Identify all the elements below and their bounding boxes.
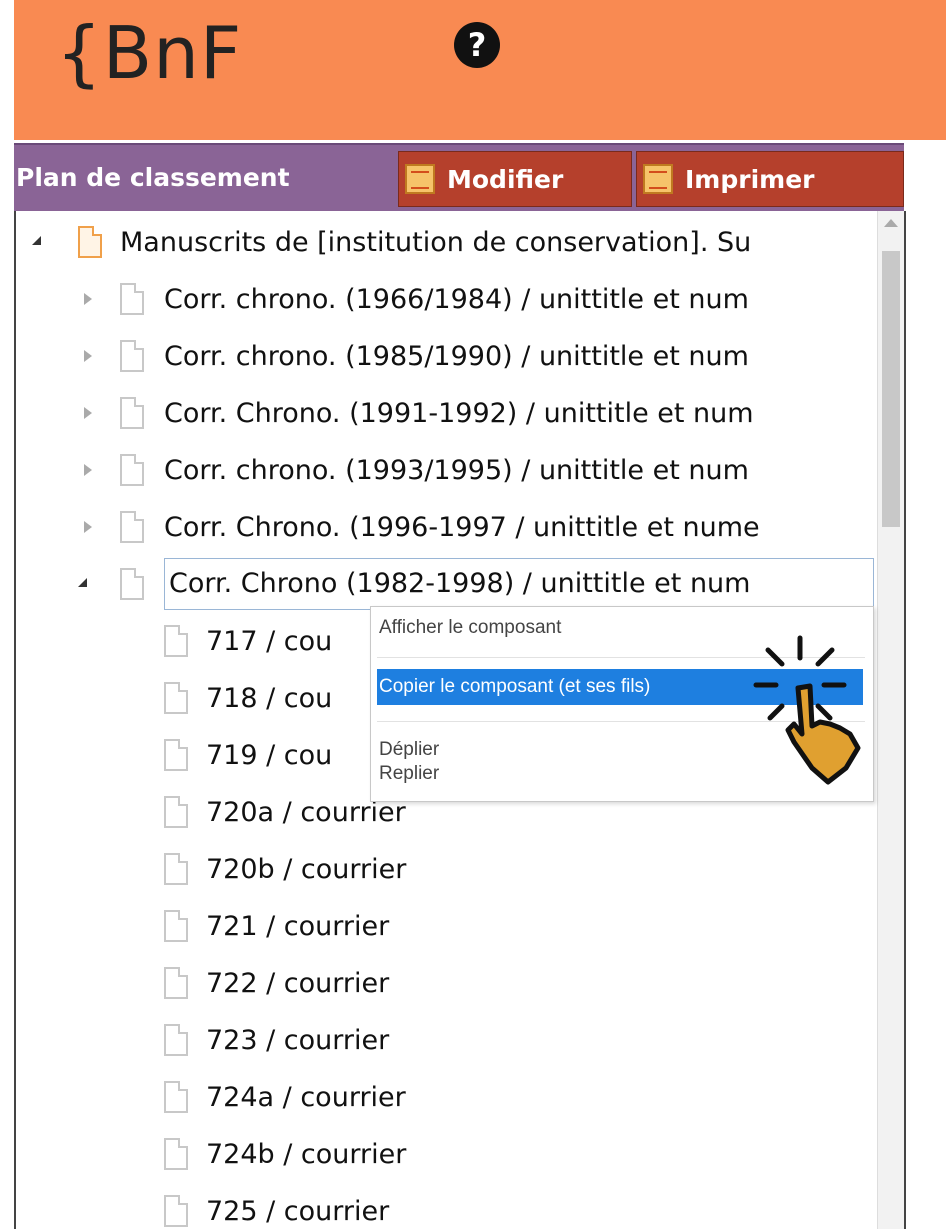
document-icon — [164, 853, 188, 885]
document-icon — [120, 454, 144, 486]
document-icon — [120, 397, 144, 429]
document-icon — [164, 625, 188, 657]
toolbar: Plan de classement Modifier Imprimer — [14, 143, 904, 213]
tree-leaf-label[interactable]: 724a / courrier — [206, 1069, 406, 1126]
hand-pointer-click-icon — [753, 635, 861, 785]
tree-node-label[interactable]: Corr. Chrono (1982-1998) / unittitle et … — [164, 558, 874, 610]
collapse-toggle-icon[interactable] — [84, 407, 92, 419]
document-icon — [164, 910, 188, 942]
tree-node-label[interactable]: Corr. chrono. (1966/1984) / unittitle et… — [164, 271, 749, 328]
folder-document-icon — [78, 226, 102, 258]
tree-leaf-label[interactable]: 719 / cou — [206, 727, 332, 784]
imprimer-button[interactable]: Imprimer — [636, 151, 904, 207]
menu-item-afficher[interactable]: Afficher le composant — [379, 617, 561, 639]
help-icon[interactable]: ? — [454, 22, 500, 68]
modifier-button-label: Modifier — [447, 165, 564, 194]
tree-leaf[interactable]: 720b / courrier — [16, 841, 876, 898]
tree-leaf[interactable]: 724b / courrier — [16, 1126, 876, 1183]
bnf-logo[interactable]: {BnF — [56, 8, 242, 98]
document-icon — [164, 739, 188, 771]
collapse-toggle-icon[interactable] — [84, 350, 92, 362]
tree-node-label[interactable]: Manuscrits de [institution de conservati… — [120, 214, 751, 271]
toolbar-title: Plan de classement — [16, 163, 290, 192]
expand-toggle-icon[interactable] — [32, 236, 41, 245]
document-icon — [164, 1081, 188, 1113]
tree-leaf-label[interactable]: 718 / cou — [206, 670, 332, 727]
document-icon — [164, 682, 188, 714]
document-icon — [164, 796, 188, 828]
tree-leaf[interactable]: 725 / courrier — [16, 1183, 876, 1229]
tree-node[interactable]: Corr. Chrono. (1991-1992) / unittitle et… — [16, 385, 876, 442]
tree-leaf-label[interactable]: 717 / cou — [206, 613, 332, 670]
tree-leaf-label[interactable]: 723 / courrier — [206, 1012, 389, 1069]
tree-node[interactable]: Corr. Chrono. (1996-1997 / unittitle et … — [16, 499, 876, 556]
menu-item-deplier[interactable]: Déplier — [379, 739, 439, 761]
tree-leaf-label[interactable]: 720b / courrier — [206, 841, 406, 898]
app-header: {BnF ? — [14, 0, 946, 140]
tree-leaf-label[interactable]: 721 / courrier — [206, 898, 389, 955]
document-icon — [120, 340, 144, 372]
tree-node-selected[interactable]: Corr. Chrono (1982-1998) / unittitle et … — [16, 556, 876, 613]
tree-leaf[interactable]: 722 / courrier — [16, 955, 876, 1012]
tree-node-label[interactable]: Corr. Chrono. (1996-1997 / unittitle et … — [164, 499, 760, 556]
tree-leaf[interactable]: 721 / courrier — [16, 898, 876, 955]
imprimer-button-label: Imprimer — [685, 165, 815, 194]
tree-node[interactable]: Corr. chrono. (1985/1990) / unittitle et… — [16, 328, 876, 385]
tree-node-label[interactable]: Corr. Chrono. (1991-1992) / unittitle et… — [164, 385, 754, 442]
document-icon — [120, 511, 144, 543]
scroll-up-arrow-icon[interactable] — [884, 219, 898, 227]
print-icon — [643, 164, 673, 194]
vertical-scrollbar[interactable] — [877, 211, 904, 1229]
document-icon — [120, 568, 144, 600]
collapse-toggle-icon[interactable] — [84, 293, 92, 305]
tree-node-label[interactable]: Corr. chrono. (1985/1990) / unittitle et… — [164, 328, 749, 385]
menu-item-replier[interactable]: Replier — [379, 763, 439, 785]
document-icon — [120, 283, 144, 315]
tree-node[interactable]: Corr. chrono. (1966/1984) / unittitle et… — [16, 271, 876, 328]
collapse-toggle-icon[interactable] — [84, 464, 92, 476]
tree-leaf-label[interactable]: 725 / courrier — [206, 1183, 389, 1229]
tree-leaf-label[interactable]: 722 / courrier — [206, 955, 389, 1012]
tree-leaf[interactable]: 723 / courrier — [16, 1012, 876, 1069]
tree-node-label[interactable]: Corr. chrono. (1993/1995) / unittitle et… — [164, 442, 749, 499]
document-icon — [164, 1138, 188, 1170]
expand-toggle-icon[interactable] — [78, 578, 87, 587]
document-icon — [164, 1024, 188, 1056]
collapse-toggle-icon[interactable] — [84, 521, 92, 533]
tree-leaf-label[interactable]: 724b / courrier — [206, 1126, 406, 1183]
modifier-button[interactable]: Modifier — [398, 151, 632, 207]
scroll-thumb[interactable] — [882, 251, 900, 527]
edit-icon — [405, 164, 435, 194]
document-icon — [164, 967, 188, 999]
document-icon — [164, 1195, 188, 1227]
tree-node[interactable]: Corr. chrono. (1993/1995) / unittitle et… — [16, 442, 876, 499]
tree-leaf[interactable]: 724a / courrier — [16, 1069, 876, 1126]
tree-node-root[interactable]: Manuscrits de [institution de conservati… — [16, 214, 876, 271]
